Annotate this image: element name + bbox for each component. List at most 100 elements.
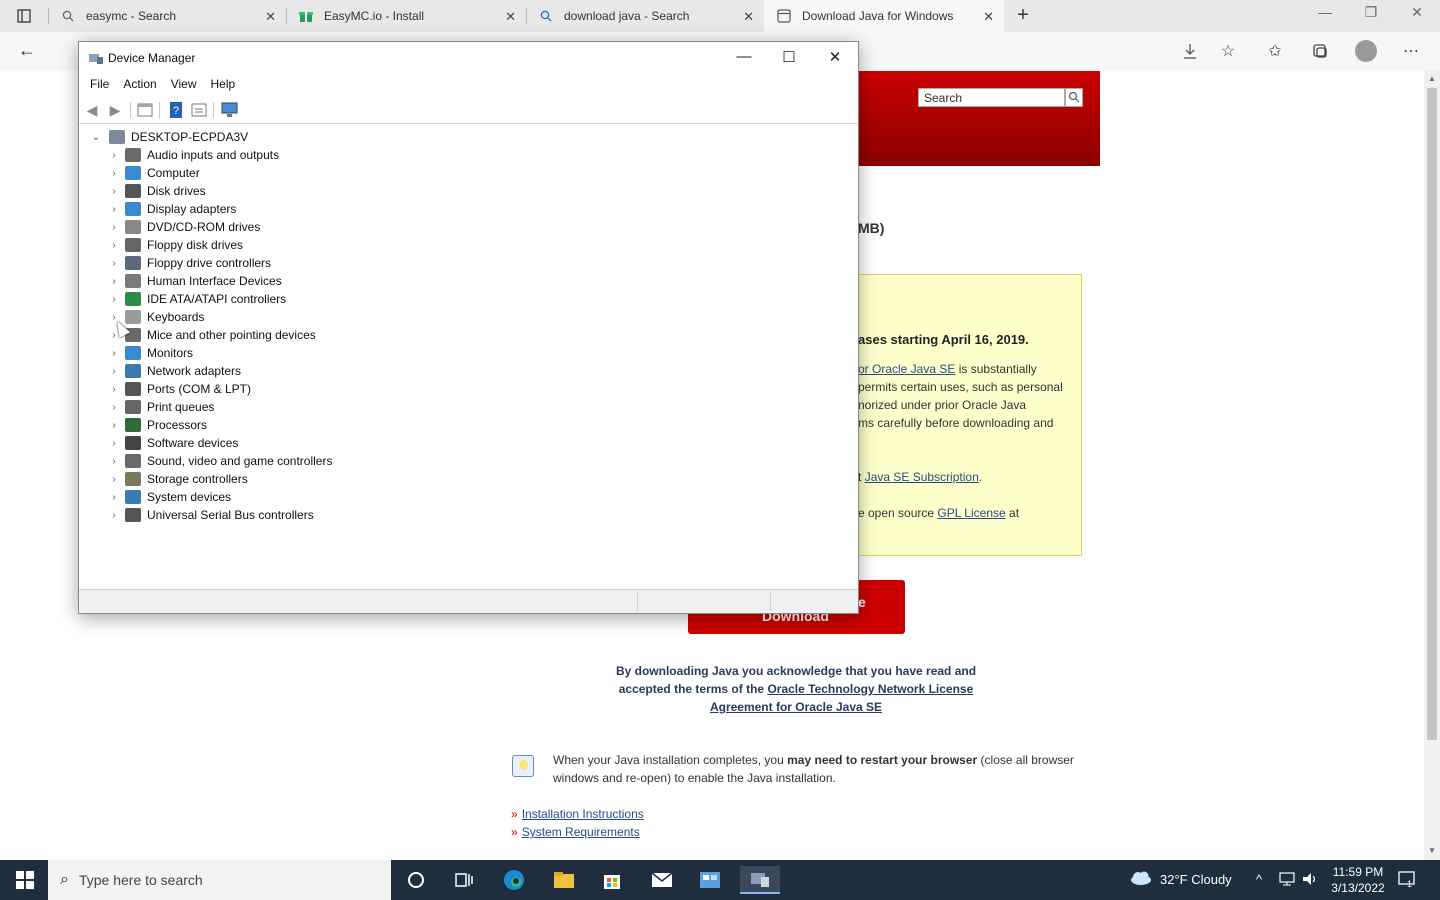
help-icon[interactable]: ? — [167, 101, 185, 119]
scrollbar-thumb[interactable] — [1427, 88, 1437, 740]
device-category[interactable]: › Universal Serial Bus controllers — [107, 506, 314, 524]
chevron-right-icon[interactable]: › — [107, 274, 121, 288]
chevron-right-icon[interactable]: › — [107, 166, 121, 180]
device-category[interactable]: › Audio inputs and outputs — [107, 146, 279, 164]
menu-action[interactable]: Action — [116, 74, 163, 96]
cortana-icon[interactable] — [396, 866, 436, 894]
oracle-java-se-link[interactable]: or Oracle Java SE — [858, 362, 955, 376]
chevron-right-icon[interactable]: › — [107, 382, 121, 396]
chevron-right-icon[interactable]: › — [107, 148, 121, 162]
device-category[interactable]: › Floppy drive controllers — [107, 254, 271, 272]
scroll-up-icon[interactable]: ▲ — [1428, 74, 1436, 83]
taskbar-search-box[interactable]: ⌕ Type here to search — [48, 860, 391, 900]
menu-file[interactable]: File — [83, 74, 116, 96]
java-se-subscription-link[interactable]: Java SE Subscription — [865, 470, 979, 484]
chevron-down-icon[interactable]: ⌄ — [89, 130, 103, 144]
close-tab-icon[interactable]: ✕ — [743, 9, 754, 25]
device-category[interactable]: › Display adapters — [107, 200, 236, 218]
forward-arrow-icon[interactable]: ▶ — [106, 101, 124, 119]
device-category[interactable]: › Print queues — [107, 398, 214, 416]
device-category[interactable]: › Monitors — [107, 344, 193, 362]
chevron-right-icon[interactable]: › — [107, 418, 121, 432]
close-window-icon[interactable]: ✕ — [1402, 4, 1432, 21]
scroll-down-icon[interactable]: ▼ — [1428, 846, 1436, 855]
device-category[interactable]: › Processors — [107, 416, 207, 434]
control-panel-icon[interactable] — [690, 866, 730, 894]
device-category[interactable]: › Software devices — [107, 434, 238, 452]
collections-icon[interactable] — [1309, 40, 1331, 62]
task-view-icon[interactable] — [444, 866, 484, 894]
device-manager-titlebar[interactable]: Device Manager — ☐ ✕ — [79, 42, 858, 74]
system-requirements-link[interactable]: System Requirements — [522, 825, 640, 839]
download-icon[interactable] — [1179, 40, 1201, 62]
device-category[interactable]: › System devices — [107, 488, 231, 506]
device-category[interactable]: › Ports (COM & LPT) — [107, 380, 251, 398]
tab-easymc-search[interactable]: easymc - Search ✕ — [48, 0, 286, 32]
gpl-license-link[interactable]: GPL License — [937, 506, 1005, 520]
device-category[interactable]: › IDE ATA/ATAPI controllers — [107, 290, 286, 308]
back-arrow-icon[interactable]: ← — [18, 40, 36, 61]
notifications-icon[interactable]: 1 — [1398, 870, 1416, 891]
close-tab-icon[interactable]: ✕ — [983, 9, 994, 25]
close-tab-icon[interactable]: ✕ — [265, 9, 276, 25]
chevron-right-icon[interactable]: › — [107, 292, 121, 306]
close-icon[interactable]: ✕ — [815, 48, 855, 66]
minimize-icon[interactable]: — — [1310, 4, 1340, 20]
close-tab-icon[interactable]: ✕ — [505, 9, 516, 25]
menu-help[interactable]: Help — [204, 74, 243, 96]
settings-menu-icon[interactable]: ⋯ — [1400, 40, 1422, 62]
back-arrow-icon[interactable]: ◀ — [83, 101, 101, 119]
menu-view[interactable]: View — [164, 74, 204, 96]
chevron-up-icon[interactable]: ^ — [1256, 872, 1262, 887]
device-manager-taskbar-icon[interactable] — [740, 866, 780, 894]
show-hidden-icon[interactable] — [190, 101, 208, 119]
volume-icon[interactable] — [1302, 872, 1318, 889]
tree-root[interactable]: ⌄ DESKTOP-ECPDA3V — [89, 128, 248, 146]
device-category[interactable]: › Network adapters — [107, 362, 241, 380]
device-category[interactable]: › Sound, video and game controllers — [107, 452, 332, 470]
device-category[interactable]: › DVD/CD-ROM drives — [107, 218, 260, 236]
network-icon[interactable] — [1279, 872, 1295, 889]
tab-download-java-search[interactable]: download java - Search ✕ — [526, 0, 764, 32]
chevron-right-icon[interactable]: › — [107, 472, 121, 486]
site-search-input[interactable]: Search — [918, 88, 1065, 107]
chevron-right-icon[interactable]: › — [107, 490, 121, 504]
minimize-icon[interactable]: — — [724, 48, 764, 65]
installation-instructions-link[interactable]: Installation Instructions — [522, 807, 644, 821]
restore-icon[interactable]: ❐ — [1356, 4, 1386, 21]
chevron-right-icon[interactable]: › — [107, 364, 121, 378]
maximize-icon[interactable]: ☐ — [769, 48, 809, 66]
chevron-right-icon[interactable]: › — [107, 454, 121, 468]
file-explorer-icon[interactable] — [544, 866, 584, 894]
profile-avatar[interactable] — [1355, 40, 1377, 62]
tab-actions-icon[interactable] — [10, 6, 38, 26]
edge-browser-icon[interactable] — [494, 866, 534, 894]
add-favorite-icon[interactable]: ☆ — [1217, 40, 1239, 62]
page-scrollbar[interactable]: ▲ ▼ — [1424, 70, 1440, 860]
taskbar-clock[interactable]: 11:59 PM 3/13/2022 — [1328, 864, 1388, 896]
microsoft-store-icon[interactable] — [592, 866, 632, 894]
device-category[interactable]: › Human Interface Devices — [107, 272, 282, 290]
favorites-icon[interactable]: ✩ — [1264, 40, 1286, 62]
chevron-right-icon[interactable]: › — [107, 400, 121, 414]
chevron-right-icon[interactable]: › — [107, 238, 121, 252]
weather-text[interactable]: 32°F Cloudy — [1160, 872, 1232, 887]
weather-cloud-icon[interactable] — [1129, 870, 1153, 889]
site-search-button[interactable] — [1065, 88, 1083, 107]
chevron-right-icon[interactable]: › — [107, 256, 121, 270]
chevron-right-icon[interactable]: › — [107, 184, 121, 198]
chevron-right-icon[interactable]: › — [107, 220, 121, 234]
device-category[interactable]: › Mice and other pointing devices — [107, 326, 316, 344]
scan-hardware-icon[interactable] — [221, 101, 239, 119]
tab-easymc-install[interactable]: EasyMC.io - Install ✕ — [286, 0, 526, 32]
chevron-right-icon[interactable]: › — [107, 202, 121, 216]
chevron-right-icon[interactable]: › — [107, 508, 121, 522]
device-category[interactable]: › Storage controllers — [107, 470, 248, 488]
new-tab-button[interactable]: + — [1012, 4, 1034, 26]
chevron-right-icon[interactable]: › — [107, 346, 121, 360]
device-category[interactable]: › Disk drives — [107, 182, 206, 200]
properties-icon[interactable] — [136, 101, 154, 119]
windows-start-icon[interactable] — [16, 871, 34, 889]
device-category[interactable]: › Computer — [107, 164, 200, 182]
device-category[interactable]: › Floppy disk drives — [107, 236, 243, 254]
